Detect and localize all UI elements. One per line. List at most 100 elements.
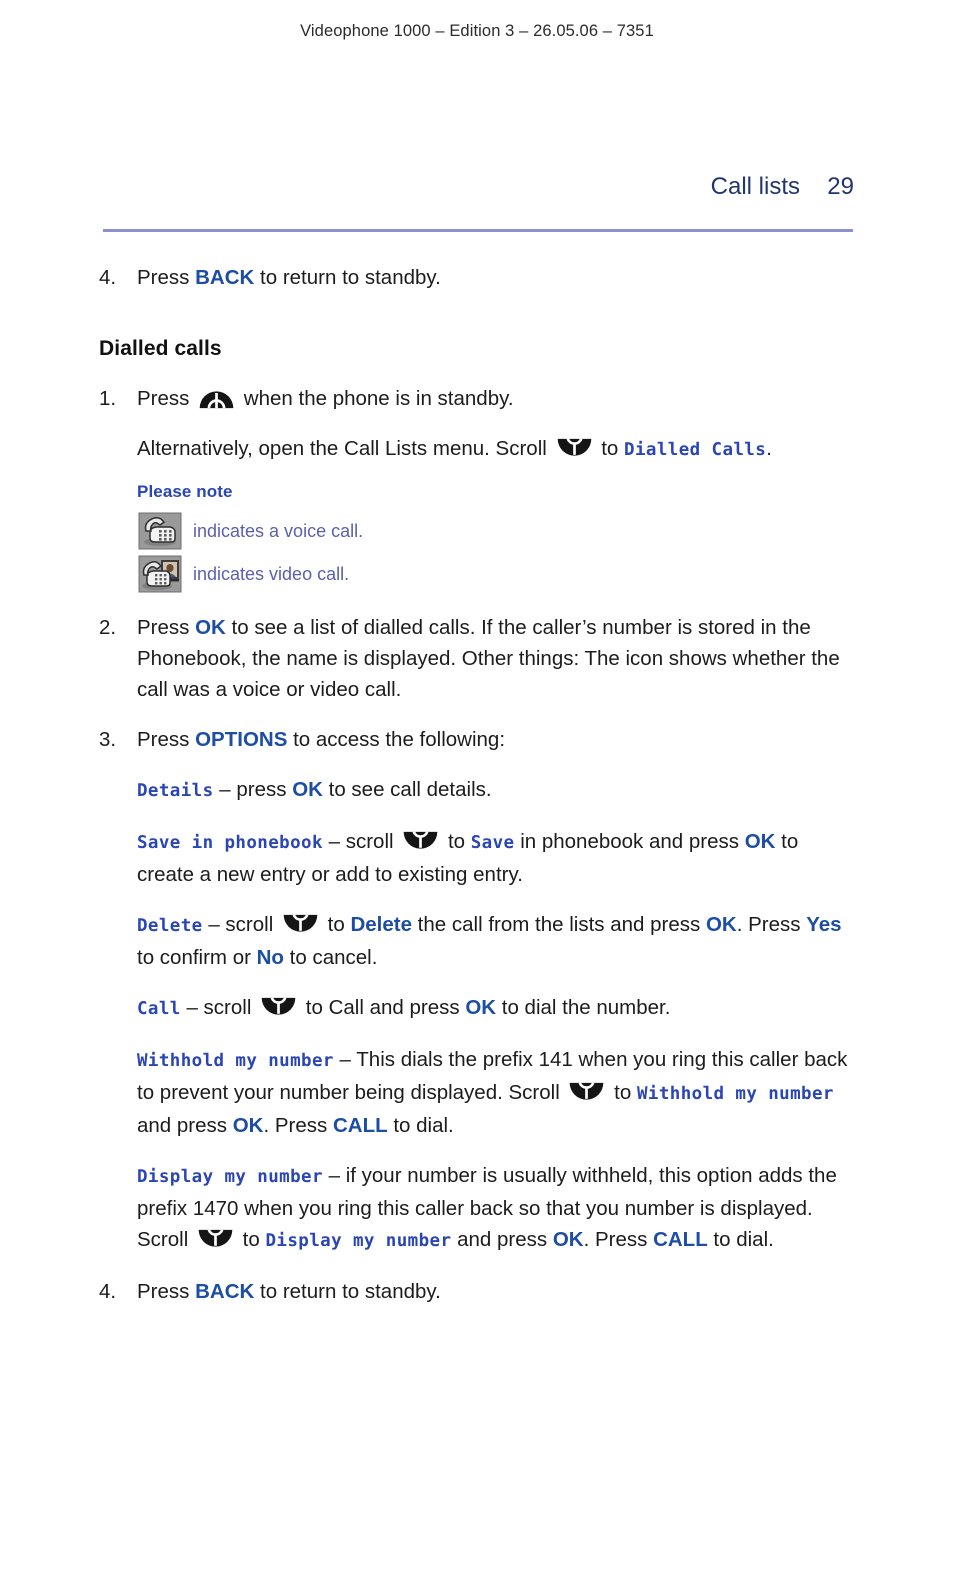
- scroll-down-key-icon: [282, 914, 319, 935]
- voice-call-icon: [137, 512, 183, 550]
- scroll-down-key-icon: [568, 1082, 605, 1103]
- scroll-up-key-icon: [198, 388, 235, 409]
- option-text-part: – scroll: [202, 913, 279, 936]
- step-text-part: to return to standby.: [254, 1280, 441, 1303]
- step-1: 1. Press when the phone is in standby.: [99, 383, 859, 414]
- menu-item-display-my-number-2: Display my number: [265, 1231, 452, 1251]
- option-text-part: to confirm or: [137, 946, 257, 969]
- option-text-part: and press: [137, 1114, 233, 1137]
- step-text-part: to: [595, 437, 625, 460]
- menu-item-display-my-number: Display my number: [137, 1167, 323, 1187]
- step-number: 4.: [99, 1280, 117, 1303]
- step-number: 2.: [99, 616, 117, 639]
- key-back: BACK: [195, 1280, 255, 1303]
- key-options: OPTIONS: [195, 728, 288, 751]
- scroll-down-key-icon: [556, 438, 593, 459]
- option-withhold-my-number: Withhold my number – This dials the pref…: [137, 1044, 859, 1141]
- step-text: Press when the phone is in standby.: [137, 383, 859, 414]
- step-number: 1.: [99, 387, 117, 410]
- please-note-title: Please note: [137, 482, 233, 501]
- video-call-icon: [137, 555, 183, 593]
- step-text-part: Press: [137, 266, 196, 289]
- step-text: Press OPTIONS to access the following:: [137, 724, 859, 755]
- step-text-part: to return to standby.: [254, 266, 441, 289]
- key-ok: OK: [232, 1114, 264, 1137]
- menu-item-dialled-calls: Dialled Calls: [624, 440, 767, 460]
- option-text-part: to dial the number.: [496, 996, 671, 1019]
- option-text-part: to dial.: [707, 1228, 774, 1251]
- option-delete: Delete – scroll to Delete the call from …: [137, 909, 859, 973]
- running-header: Videophone 1000 – Edition 3 – 26.05.06 –…: [300, 22, 654, 40]
- option-text-part: to: [442, 830, 471, 853]
- step-4-top: 4. Press BACK to return to standby.: [99, 262, 859, 293]
- option-text-part: the call from the lists and press: [411, 913, 706, 936]
- option-text-part: and press: [451, 1228, 553, 1251]
- step-text-part: Alternatively, open the Call Lists menu.…: [137, 437, 553, 460]
- key-no: No: [256, 946, 284, 969]
- menu-item-call: Call: [137, 999, 181, 1019]
- video-call-note-row: indicates video call.: [137, 555, 859, 593]
- step-text-part: Press: [137, 387, 196, 410]
- key-yes: Yes: [806, 913, 842, 936]
- voice-call-note-text: indicates a voice call.: [193, 521, 364, 541]
- option-details: Details – press OK to see call details.: [137, 774, 859, 807]
- chapter-header: Call lists 29: [711, 173, 854, 201]
- key-ok: OK: [744, 830, 776, 853]
- option-text-part: to dial.: [387, 1114, 454, 1137]
- step-text-part: Press: [137, 1280, 196, 1303]
- option-text-part: in phonebook and press: [514, 830, 745, 853]
- option-text-part: . Press: [263, 1114, 333, 1137]
- option-text-part: to: [608, 1081, 637, 1104]
- option-text-part: . Press: [583, 1228, 654, 1251]
- option-display-my-number: Display my number – if your number is us…: [137, 1160, 859, 1257]
- key-ok: OK: [292, 778, 323, 801]
- step-text: Press BACK to return to standby.: [137, 262, 859, 293]
- step-text-part: when the phone is in standby.: [238, 387, 514, 410]
- step-number: 4.: [99, 266, 117, 289]
- page-number: 29: [827, 173, 854, 200]
- menu-item-save: Save: [470, 833, 515, 853]
- key-ok: OK: [465, 996, 497, 1019]
- option-text-part: to: [321, 913, 351, 936]
- option-text-part: . Press: [736, 913, 807, 936]
- key-ok: OK: [195, 616, 226, 639]
- header-divider: [103, 229, 853, 232]
- step-text-part: Press: [137, 728, 196, 751]
- key-delete: Delete: [350, 913, 412, 936]
- step-3: 3. Press OPTIONS to access the following…: [99, 724, 859, 755]
- option-text-part: to see call details.: [322, 778, 492, 801]
- step-2: 2. Press OK to see a list of dialled cal…: [99, 612, 859, 705]
- section-subheading: Dialled calls: [99, 337, 222, 360]
- key-ok: OK: [552, 1228, 584, 1251]
- page-content: 4. Press BACK to return to standby. Dial…: [99, 262, 859, 1307]
- option-text-part: to Call and press: [300, 996, 466, 1019]
- step-text: Press OK to see a list of dialled calls.…: [137, 612, 859, 705]
- key-ok: OK: [705, 913, 737, 936]
- key-call: CALL: [332, 1114, 388, 1137]
- option-text-part: to cancel.: [283, 946, 378, 969]
- chapter-title: Call lists: [710, 173, 800, 200]
- option-text-part: to: [236, 1228, 266, 1251]
- scroll-down-key-icon: [197, 1229, 234, 1250]
- step-text-part: Press: [137, 616, 196, 639]
- menu-item-withhold-my-number-2: Withhold my number: [636, 1084, 834, 1104]
- scroll-down-key-icon: [402, 831, 439, 852]
- step-text-part: .: [766, 437, 772, 460]
- voice-call-note-row: indicates a voice call.: [137, 512, 859, 550]
- option-text-part: – press: [213, 778, 293, 801]
- step-1-alternative: Alternatively, open the Call Lists menu.…: [137, 433, 859, 466]
- menu-item-withhold-my-number: Withhold my number: [137, 1051, 334, 1071]
- step-number: 3.: [99, 728, 117, 751]
- scroll-down-key-icon: [260, 997, 297, 1018]
